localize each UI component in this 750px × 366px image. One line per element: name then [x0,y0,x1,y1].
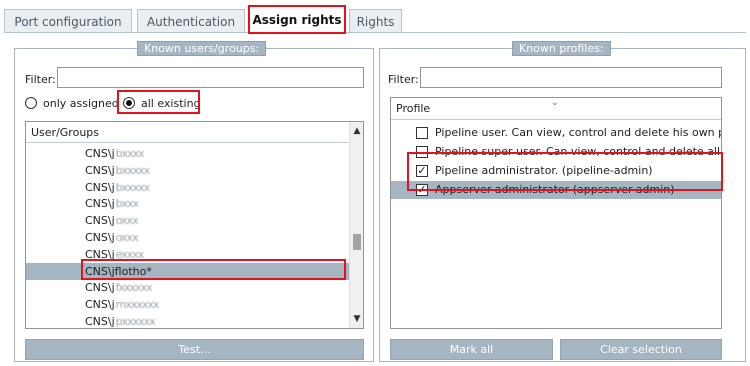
users-groups-title: Known users/groups: [137,41,267,56]
test-button[interactable]: Test... [25,339,364,360]
checkbox-checked-icon[interactable]: ✓ [416,184,428,196]
masked-text: bxxx [115,197,139,211]
profile-label: Pipeline user. Can view, control and del… [435,126,722,139]
masked-text: bxxxxx [115,163,151,177]
tab-divider [4,32,746,33]
user-row-label: CNS\jexxxx [85,247,145,261]
user-row[interactable]: CNS\joxxx [26,212,349,229]
masked-text: pxxxxxx [115,315,156,328]
user-row[interactable]: CNS\jfxxxxxx [26,279,349,296]
user-row-label: CNS\jbxxxxx [85,163,151,177]
profile-label: Appserver administrator (appserver-admin… [435,183,675,196]
users-scrollbar[interactable]: ▲ ▼ [349,122,363,328]
user-row[interactable]: CNS\jbxxxx [26,145,349,162]
checkbox-icon[interactable] [416,127,428,139]
profiles-filter-label: Filter: [388,73,419,86]
masked-text: bxxxxx [115,180,151,194]
sort-chevron-icon: ⌄ [551,98,559,108]
tab-rights[interactable]: Rights [349,9,402,33]
user-row[interactable]: CNS\jflotho* [26,262,349,280]
users-column-header[interactable]: User/Groups [26,122,363,143]
profiles-panel: Known profiles: Filter: Profile ⌄ Pipeli… [379,41,746,362]
masked-text: oxxx [115,231,139,244]
radio-all-existing[interactable] [123,97,135,109]
tab-port-configuration[interactable]: Port configuration [4,9,132,33]
masked-text: exxxx [115,247,145,261]
masked-text: bxxxx [115,147,145,160]
user-row-label: CNS\jfxxxxxx [85,281,153,295]
scroll-up-icon[interactable]: ▲ [350,124,363,138]
user-row-label: CNS\jmxxxxxx [85,298,160,312]
masked-text: mxxxxxx [115,298,160,312]
profile-row[interactable]: Pipeline user. Can view, control and del… [391,124,721,142]
tab-authentication[interactable]: Authentication [137,9,245,33]
profile-row[interactable]: ✓ Pipeline administrator. (pipeline-admin… [391,162,721,180]
profile-column-header-label: Profile [396,102,431,115]
user-row[interactable]: CNS\jexxxx [26,246,349,263]
users-filter-label: Filter: [25,73,56,86]
scroll-down-icon[interactable]: ▼ [350,312,363,326]
radio-only-assigned-label: only assigned [43,97,119,110]
profile-row[interactable]: ✓ Appserver administrator (appserver-admi… [391,181,721,199]
user-row-label: CNS\jflotho* [85,264,152,278]
checkbox-icon[interactable] [416,146,428,158]
user-row-label: CNS\jpxxxxxx [85,315,156,328]
user-row[interactable]: CNS\jpxxxxxx [26,313,349,328]
scroll-thumb[interactable] [353,234,361,250]
profiles-list[interactable]: Profile ⌄ Pipeline user. Can view, contr… [390,97,722,329]
user-row-label: CNS\joxxx [85,231,139,244]
mark-all-button[interactable]: Mark all [390,339,553,360]
radio-all-existing-label: all existing [141,97,201,110]
user-row[interactable]: CNS\jmxxxxxx [26,296,349,313]
users-groups-panel: Known users/groups: Filter: only assigne… [14,41,374,362]
user-row-label: CNS\jbxxxx [85,147,145,160]
profiles-filter-input[interactable] [420,67,722,88]
users-list[interactable]: User/Groups CNS\jbxxxx CNS\jbxxxxx CNS\jbx… [25,121,364,329]
user-row-label: CNS\jbxxxxx [85,180,151,194]
users-filter-input[interactable] [57,67,364,88]
profile-row[interactable]: Pipeline super user. Can view, control a… [391,143,721,161]
user-row[interactable]: CNS\jbxxx [26,195,349,212]
clear-selection-button[interactable]: Clear selection [560,339,722,360]
user-row[interactable]: CNS\jbxxxxx [26,162,349,179]
tab-assign-rights[interactable]: Assign rights [248,5,346,34]
user-row[interactable]: CNS\joxxx [26,229,349,246]
checkbox-checked-icon[interactable]: ✓ [416,165,428,177]
radio-only-assigned[interactable] [25,97,37,109]
profile-column-header[interactable]: Profile ⌄ [391,98,721,120]
masked-text: fxxxxxx [115,281,153,295]
profile-label: Pipeline administrator. (pipeline-admin) [435,164,653,177]
profile-label: Pipeline super user. Can view, control a… [435,145,722,158]
user-row-label: CNS\jbxxx [85,197,139,211]
user-row[interactable]: CNS\jbxxxxx [26,179,349,196]
profiles-title: Known profiles: [512,41,611,56]
masked-text: oxxx [115,214,139,228]
user-row-label: CNS\joxxx [85,214,139,228]
